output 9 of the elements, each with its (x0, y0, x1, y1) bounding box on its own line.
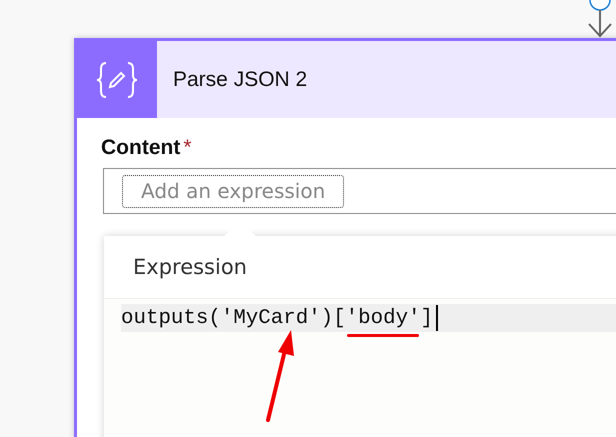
braces-pencil-icon (96, 60, 138, 100)
expression-code: outputs('MyCard')['body'] (121, 306, 434, 330)
card-title: Parse JSON 2 (173, 68, 308, 92)
expression-editor[interactable]: outputs('MyCard')['body'] (104, 299, 616, 437)
required-mark: * (183, 136, 192, 160)
text-cursor (436, 305, 438, 331)
add-expression-chip[interactable]: Add an expression (122, 174, 344, 208)
content-field[interactable]: Add an expression (103, 168, 616, 214)
field-label: Content (101, 136, 180, 160)
